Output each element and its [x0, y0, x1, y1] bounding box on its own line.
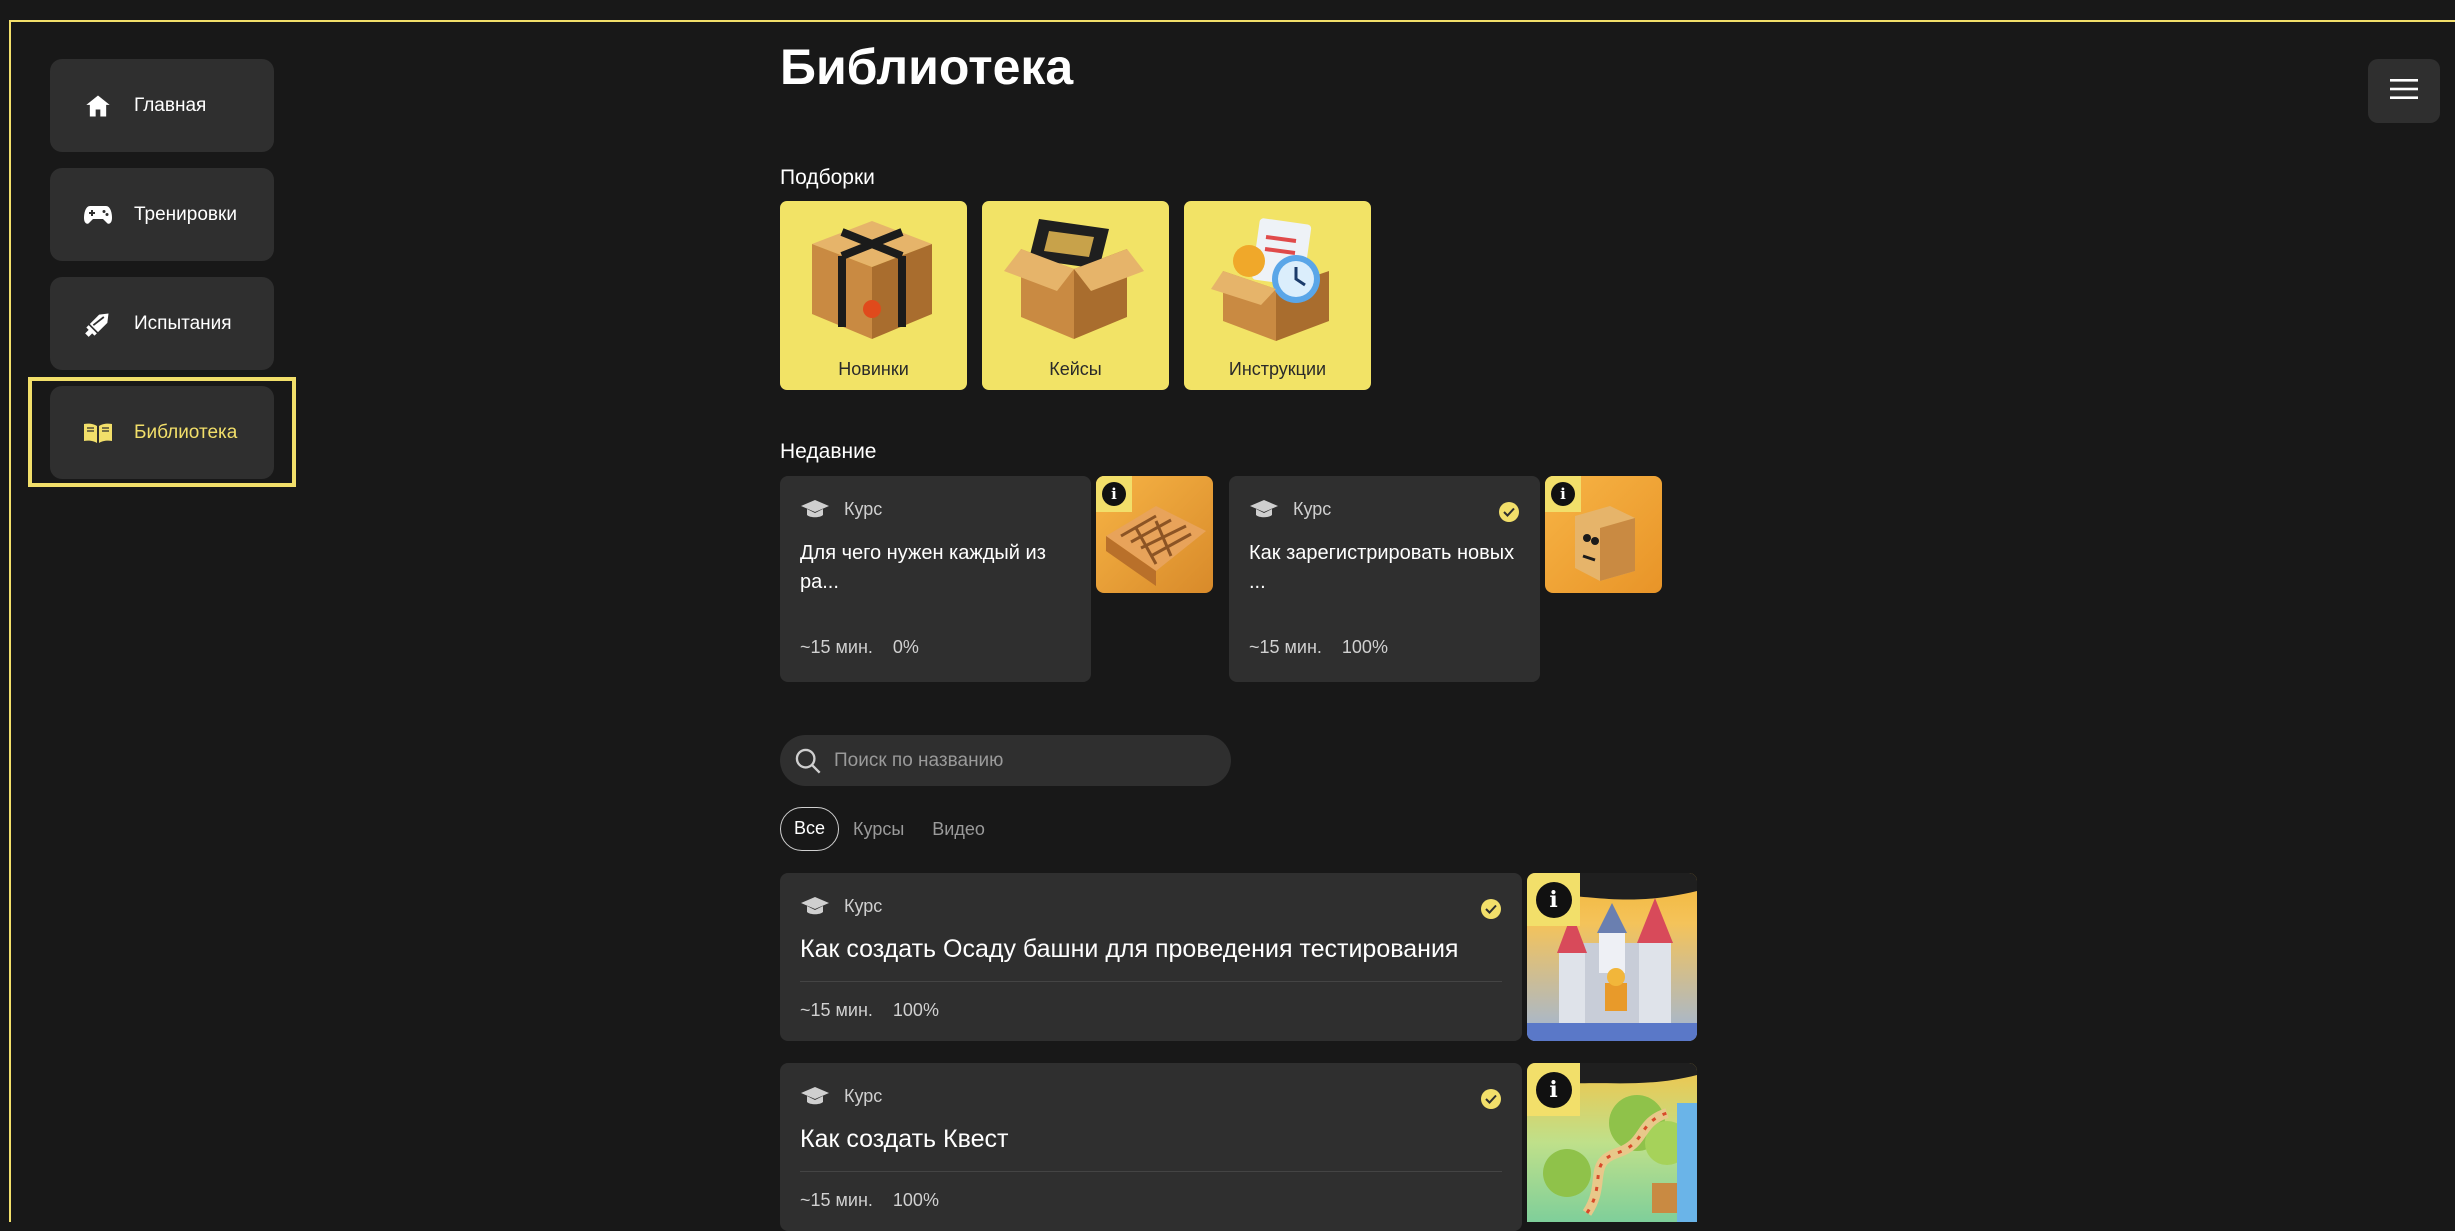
- filter-videos[interactable]: Видео: [918, 808, 999, 850]
- info-icon: i: [1535, 881, 1572, 918]
- info-icon: i: [1535, 1071, 1572, 1108]
- recent-course-card[interactable]: Курс Как зарегистрировать новых ... ~15 …: [1229, 476, 1540, 682]
- course-type: Курс: [800, 895, 882, 917]
- recent-heading: Недавние: [780, 440, 877, 463]
- graduation-cap-icon: [1250, 500, 1278, 518]
- course-progress: 0%: [892, 637, 919, 657]
- menu-button[interactable]: [2368, 59, 2440, 123]
- course-duration: ~15 мин.: [800, 1190, 873, 1210]
- course-type-label: Курс: [1293, 498, 1332, 519]
- instructions-box-icon: [1211, 218, 1329, 341]
- info-badge[interactable]: i: [1527, 873, 1580, 926]
- course-duration: ~15 мин.: [1249, 637, 1322, 657]
- graduation-cap-icon: [801, 1087, 829, 1105]
- completed-check-icon: [1481, 1089, 1501, 1109]
- sword-icon: [82, 308, 114, 340]
- page-title: Библиотека: [780, 39, 1074, 95]
- filter-tabs: Все Курсы Видео: [780, 807, 999, 851]
- search-input[interactable]: [832, 748, 1216, 773]
- course-title: Как зарегистрировать новых ...: [1249, 542, 1515, 593]
- sidebar-item-challenges[interactable]: Испытания: [50, 277, 274, 370]
- sidebar-item-label: Главная: [134, 94, 207, 116]
- completed-check-icon: [1499, 502, 1519, 522]
- info-icon: i: [1102, 482, 1126, 506]
- course-meta: ~15 мин. 100%: [1249, 637, 1388, 658]
- course-title: Как создать Квест: [800, 1125, 1009, 1153]
- course-title: Как создать Осаду башни для проведения т…: [800, 935, 1459, 963]
- course-thumbnail[interactable]: i: [1527, 1063, 1697, 1222]
- course-meta: ~15 мин. 0%: [800, 637, 919, 658]
- collection-label: Новинки: [838, 359, 909, 379]
- search-icon: [795, 748, 821, 773]
- course-type: Курс: [800, 1085, 882, 1107]
- graduation-cap-icon: [801, 500, 829, 518]
- search-bar: [780, 735, 1231, 786]
- course-progress: 100%: [892, 1190, 939, 1210]
- course-type: Курс: [1249, 498, 1331, 520]
- gamepad-icon: [82, 199, 114, 231]
- hamburger-menu-icon: [2390, 78, 2418, 105]
- sidebar-item-label: Испытания: [134, 312, 232, 334]
- recent-course-card[interactable]: Курс Для чего нужен каждый из ра... ~15 …: [780, 476, 1091, 682]
- course-progress: 100%: [1341, 637, 1388, 657]
- collection-card-cases[interactable]: Кейсы: [982, 201, 1169, 390]
- recent-course-thumbnail[interactable]: i: [1096, 476, 1213, 593]
- active-item-highlight: [28, 377, 296, 487]
- course-meta: ~15 мин. 100%: [800, 1190, 939, 1211]
- course-list-item[interactable]: Курс Как создать Осаду башни для проведе…: [780, 873, 1522, 1041]
- sidebar-item-label: Тренировки: [134, 203, 237, 225]
- filter-all[interactable]: Все: [780, 807, 840, 851]
- course-thumbnail[interactable]: i: [1527, 873, 1697, 1041]
- sidebar-item-home[interactable]: Главная: [50, 59, 274, 152]
- info-icon: i: [1551, 482, 1575, 506]
- info-badge[interactable]: i: [1096, 476, 1132, 512]
- info-badge[interactable]: i: [1527, 1063, 1580, 1116]
- filter-courses[interactable]: Курсы: [839, 808, 918, 850]
- course-progress: 100%: [892, 1000, 939, 1020]
- open-box-icon: [1004, 219, 1144, 339]
- course-list-item[interactable]: Курс Как создать Квест ~15 мин. 100%: [780, 1063, 1522, 1231]
- recent-course-thumbnail[interactable]: i: [1545, 476, 1662, 593]
- collections-heading: Подборки: [780, 166, 875, 189]
- graduation-cap-icon: [801, 897, 829, 915]
- completed-check-icon: [1481, 899, 1501, 919]
- collection-label: Инструкции: [1228, 359, 1327, 379]
- course-meta: ~15 мин. 100%: [800, 1000, 939, 1021]
- course-title: Для чего нужен каждый из ра...: [800, 542, 1046, 593]
- course-duration: ~15 мин.: [800, 637, 873, 657]
- info-badge[interactable]: i: [1545, 476, 1581, 512]
- sealed-box-icon: [812, 221, 932, 339]
- course-type-label: Курс: [844, 498, 883, 519]
- course-duration: ~15 мин.: [800, 1000, 873, 1020]
- home-icon: [82, 90, 114, 122]
- course-type-label: Курс: [844, 895, 883, 916]
- collection-card-new[interactable]: Новинки: [780, 201, 967, 390]
- divider: [800, 1171, 1502, 1172]
- divider: [800, 981, 1502, 982]
- course-type-label: Курс: [844, 1085, 883, 1106]
- sidebar-item-trainings[interactable]: Тренировки: [50, 168, 274, 261]
- collection-card-instructions[interactable]: Инструкции: [1184, 201, 1371, 390]
- collection-label: Кейсы: [1049, 359, 1102, 379]
- course-type: Курс: [800, 498, 882, 520]
